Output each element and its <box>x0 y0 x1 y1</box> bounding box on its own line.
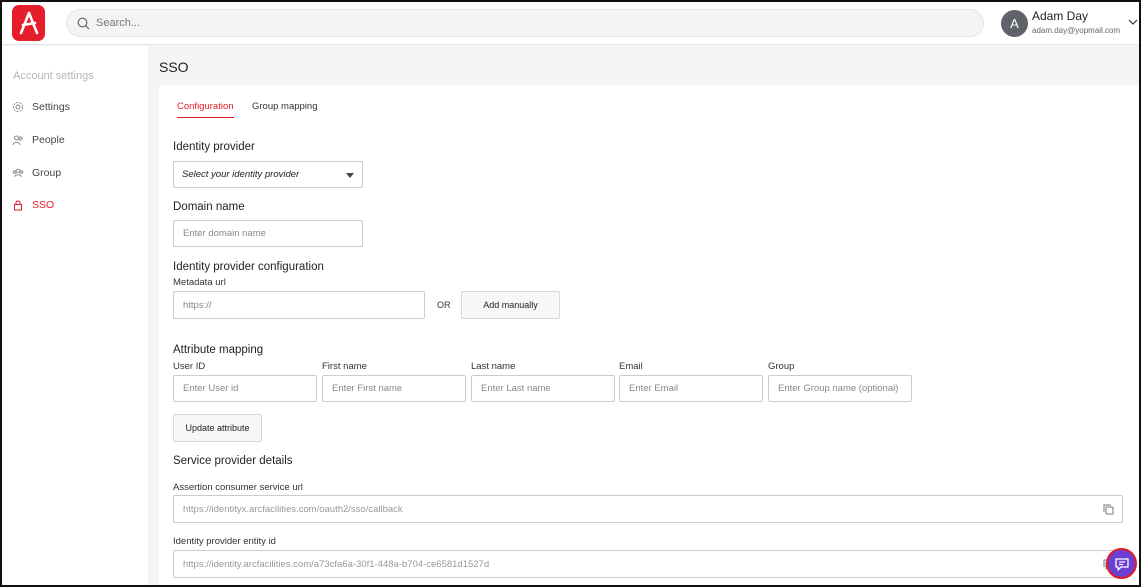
first-name-label: First name <box>322 361 367 372</box>
search-bar[interactable] <box>66 9 984 37</box>
group-icon <box>12 167 24 179</box>
group-input[interactable] <box>778 383 911 394</box>
top-bar: A Adam Day adam.day@yopmail.com <box>2 2 1139 45</box>
sidebar-item-label: Settings <box>32 101 70 113</box>
attribute-mapping-label: Attribute mapping <box>173 344 264 356</box>
search-icon <box>77 17 90 29</box>
gear-icon <box>12 101 24 113</box>
acs-url-label: Assertion consumer service url <box>173 482 303 493</box>
entity-id-input[interactable] <box>183 558 1122 570</box>
identity-provider-value: Select your identity provider <box>182 169 300 180</box>
tab-group-mapping[interactable]: Group mapping <box>252 101 317 117</box>
sidebar-item-people[interactable]: People <box>12 131 65 149</box>
user-id-input[interactable] <box>183 383 316 394</box>
sidebar-title: Account settings <box>13 70 94 82</box>
metadata-url-field[interactable] <box>173 291 425 319</box>
metadata-url-input[interactable] <box>183 299 424 311</box>
chevron-down-icon[interactable] <box>1127 16 1139 28</box>
acs-url-field[interactable] <box>173 495 1123 523</box>
last-name-label: Last name <box>471 361 516 372</box>
avatar[interactable]: A <box>1001 10 1028 37</box>
lock-icon <box>12 199 24 211</box>
or-separator: OR <box>437 300 451 310</box>
user-email: adam.day@yopmail.com <box>1032 26 1121 35</box>
page-title: SSO <box>159 59 189 75</box>
add-manually-button[interactable]: Add manually <box>461 291 560 319</box>
domain-name-input[interactable] <box>183 228 362 239</box>
sidebar-item-settings[interactable]: Settings <box>12 98 70 116</box>
sidebar-item-label: Group <box>32 167 62 179</box>
sidebar-item-sso[interactable]: SSO <box>12 196 54 214</box>
sso-card: Configuration Group mapping Identity pro… <box>159 85 1139 585</box>
sidebar-item-group[interactable]: Group <box>12 164 61 182</box>
people-icon <box>12 134 24 146</box>
identity-provider-select[interactable]: Select your identity provider <box>173 161 363 188</box>
service-provider-label: Service provider details <box>173 455 293 467</box>
user-id-label: User ID <box>173 361 206 372</box>
sidebar: Account settings Settings People Group S… <box>2 46 148 585</box>
search-input[interactable] <box>96 17 956 29</box>
app-window: A Adam Day adam.day@yopmail.com Account … <box>0 0 1141 587</box>
caret-down-icon <box>346 173 354 178</box>
entity-id-field[interactable] <box>173 550 1123 578</box>
chat-button[interactable] <box>1106 548 1137 579</box>
first-name-input[interactable] <box>332 383 465 394</box>
copy-icon[interactable] <box>1103 504 1114 515</box>
last-name-input[interactable] <box>481 383 614 394</box>
update-attribute-button[interactable]: Update attribute <box>173 414 262 442</box>
app-logo-icon[interactable] <box>12 5 45 41</box>
domain-name-label: Domain name <box>173 201 245 213</box>
last-name-field[interactable] <box>471 375 615 402</box>
identity-provider-label: Identity provider <box>173 141 255 153</box>
email-label: Email <box>619 361 643 372</box>
domain-name-field[interactable] <box>173 220 363 247</box>
sidebar-item-label: People <box>32 134 65 146</box>
email-field[interactable] <box>619 375 763 402</box>
email-input[interactable] <box>629 383 762 394</box>
metadata-url-label: Metadata url <box>173 277 226 288</box>
user-name: Adam Day <box>1032 9 1089 23</box>
entity-id-label: Identity provider entity id <box>173 536 276 547</box>
group-field[interactable] <box>768 375 912 402</box>
idp-config-label: Identity provider configuration <box>173 261 324 273</box>
first-name-field[interactable] <box>322 375 466 402</box>
group-label: Group <box>768 361 795 372</box>
sidebar-item-label: SSO <box>32 199 55 211</box>
acs-url-input[interactable] <box>183 503 1122 515</box>
chat-icon <box>1114 557 1129 571</box>
user-id-field[interactable] <box>173 375 317 402</box>
tab-configuration[interactable]: Configuration <box>177 101 234 118</box>
